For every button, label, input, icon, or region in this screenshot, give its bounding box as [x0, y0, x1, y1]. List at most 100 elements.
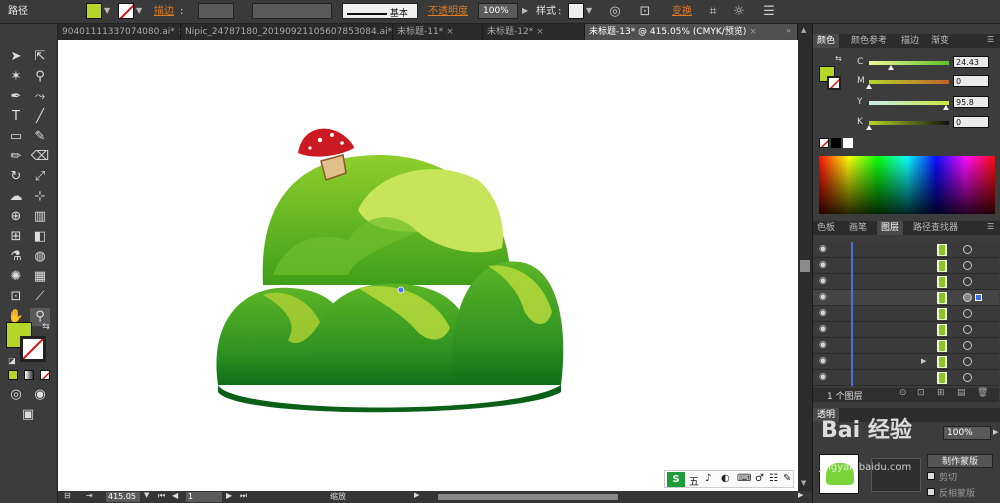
isolate-icon[interactable]: ⌗	[704, 3, 722, 21]
visibility-eye-icon[interactable]: ◉	[819, 276, 827, 286]
visibility-eye-icon[interactable]: ◉	[819, 292, 827, 302]
close-icon[interactable]: ×	[749, 27, 757, 37]
artboard-tool-icon[interactable]: ⊡	[6, 288, 26, 306]
layers-panel-menu-icon[interactable]: ☰	[987, 222, 994, 231]
new-sublayer-icon[interactable]: ⊞	[937, 388, 945, 398]
layer-row[interactable]: ◉	[813, 322, 999, 338]
ime-halfwidth-icon[interactable]: ◐	[721, 473, 730, 484]
clipping-mask-icon[interactable]: ⊡	[917, 388, 925, 398]
scale-tool-icon[interactable]: ⤢	[30, 168, 50, 186]
ime-punctuation-icon[interactable]: ♪	[705, 473, 711, 484]
tab-document-4[interactable]: 未标题-12* ×	[483, 24, 585, 40]
invert-mask-checkbox[interactable]	[927, 488, 935, 496]
tab-document-2[interactable]: Nipic_24787180_20190921105607853084.ai*×	[181, 24, 393, 40]
cyan-slider[interactable]: C 24.43	[857, 56, 989, 70]
layer-row[interactable]: ◉	[813, 274, 999, 290]
style-swatch[interactable]	[568, 3, 584, 19]
export-icon[interactable]: ⇥	[86, 491, 93, 500]
artboard-nav-icon[interactable]: ⊟	[64, 491, 71, 500]
slider-handle[interactable]	[888, 65, 894, 70]
visibility-eye-icon[interactable]: ◉	[819, 244, 827, 254]
tab-gradient[interactable]: 渐变	[927, 34, 953, 48]
visibility-eye-icon[interactable]: ◉	[819, 356, 827, 366]
target-icon[interactable]	[963, 325, 972, 334]
channel-value[interactable]: 0	[953, 116, 989, 128]
target-icon[interactable]	[963, 357, 972, 366]
free-transform-tool-icon[interactable]: ⊹	[30, 188, 50, 206]
magenta-slider[interactable]: M 0	[857, 75, 989, 89]
first-artboard-icon[interactable]: ⏮	[158, 491, 165, 501]
ime-skin-icon[interactable]: ♂	[755, 473, 764, 484]
brush-definition-field[interactable]: 基本	[342, 3, 418, 19]
default-colors-icon[interactable]: ◪	[2, 352, 22, 370]
next-artboard-icon[interactable]: ▶	[226, 491, 232, 500]
layer-row[interactable]: ◉	[813, 258, 999, 274]
target-icon[interactable]	[963, 293, 972, 302]
eraser-tool-icon[interactable]: ⌫	[30, 148, 50, 166]
zoom-field[interactable]: 415.05	[106, 492, 140, 502]
opacity-link[interactable]: 不透明度	[428, 3, 468, 21]
options-icon[interactable]: ☼	[730, 3, 748, 21]
ime-tools-icon[interactable]: ✎	[783, 473, 791, 484]
target-icon[interactable]	[963, 245, 972, 254]
ime-logo-icon[interactable]: S	[667, 472, 685, 487]
delete-layer-icon[interactable]: 🗑	[977, 388, 988, 398]
gradient-mode-icon[interactable]	[24, 370, 34, 380]
stroke-dropdown-icon[interactable]: ▼	[136, 6, 142, 15]
stroke-swatch[interactable]	[118, 3, 134, 19]
curvature-tool-icon[interactable]: ⤳	[30, 88, 50, 106]
tab-color-guide[interactable]: 颜色参考	[847, 34, 891, 48]
pen-tool-icon[interactable]: ✒	[6, 88, 26, 106]
align-icon[interactable]: ⊡	[636, 3, 654, 21]
visibility-eye-icon[interactable]: ◉	[819, 324, 827, 334]
artboard-canvas[interactable]: S 五 ♪ ◐ ⌨ ♂ ☷ ✎	[58, 40, 798, 491]
tab-document-3[interactable]: 未标题-11* ×	[393, 24, 483, 40]
prev-artboard-icon[interactable]: ◀	[172, 491, 178, 500]
color-mode-icon[interactable]	[8, 370, 18, 380]
yellow-slider[interactable]: Y 95.8	[857, 96, 989, 110]
scroll-up-icon[interactable]: ▲	[801, 26, 806, 34]
gradient-tool-icon[interactable]: ◧	[30, 228, 50, 246]
slice-tool-icon[interactable]: ⟋	[30, 288, 50, 306]
draw-mode-icon[interactable]: ◎	[6, 386, 26, 404]
tab-layers[interactable]: 图层	[877, 221, 904, 235]
layer-row[interactable]: ◉	[813, 338, 999, 354]
screen-mode-icon[interactable]: ▣	[18, 406, 38, 424]
locate-object-icon[interactable]: ⊙	[899, 388, 907, 398]
eyedropper-tool-icon[interactable]: ⚗	[6, 248, 26, 266]
slider-handle[interactable]	[943, 105, 949, 110]
opacity-arrow-icon[interactable]: ▶	[522, 6, 528, 15]
target-icon[interactable]	[963, 341, 972, 350]
scroll-thumb[interactable]	[800, 260, 810, 272]
visibility-eye-icon[interactable]: ◉	[819, 308, 827, 318]
transform-link[interactable]: 变换	[672, 3, 692, 21]
mesh-tool-icon[interactable]: ⊞	[6, 228, 26, 246]
type-tool-icon[interactable]: T	[6, 108, 26, 126]
tab-document-1[interactable]: 90401111337074080.ai*×	[58, 24, 181, 40]
tab-pathfinder[interactable]: 路径查找器	[909, 221, 962, 235]
none-mode-icon[interactable]	[40, 370, 50, 380]
variable-width-field[interactable]	[252, 3, 332, 19]
direct-selection-tool-icon[interactable]: ⇱	[30, 48, 50, 66]
close-icon[interactable]: ×	[446, 27, 454, 37]
canvas-vertical-scrollbar[interactable]: ▲ ▼	[798, 24, 812, 491]
draw-behind-icon[interactable]: ◉	[30, 386, 50, 404]
expand-triangle-icon[interactable]: ▶	[921, 357, 926, 365]
panel-menu-icon[interactable]: ☰	[760, 3, 778, 21]
stroke-link[interactable]: 描边	[154, 3, 174, 21]
column-graph-tool-icon[interactable]: ▦	[30, 268, 50, 286]
selection-tool-icon[interactable]: ➤	[6, 48, 26, 66]
visibility-eye-icon[interactable]: ◉	[819, 340, 827, 350]
tabs-overflow-icon[interactable]: »	[786, 26, 791, 35]
anchor-point[interactable]	[397, 286, 405, 294]
shape-builder-tool-icon[interactable]: ⊕	[6, 208, 26, 226]
channel-value[interactable]: 0	[953, 75, 989, 87]
recolor-icon[interactable]: ◎	[606, 3, 624, 21]
magic-wand-tool-icon[interactable]: ✶	[6, 68, 26, 86]
slider-handle[interactable]	[866, 125, 872, 130]
scroll-right-icon[interactable]: ▶	[798, 491, 803, 499]
ime-menu-icon[interactable]: ☷	[769, 473, 778, 484]
color-spectrum[interactable]	[819, 156, 995, 214]
layer-row[interactable]: ◉ ▶	[813, 354, 999, 370]
opacity-arrow-icon[interactable]: ▶	[993, 428, 998, 436]
